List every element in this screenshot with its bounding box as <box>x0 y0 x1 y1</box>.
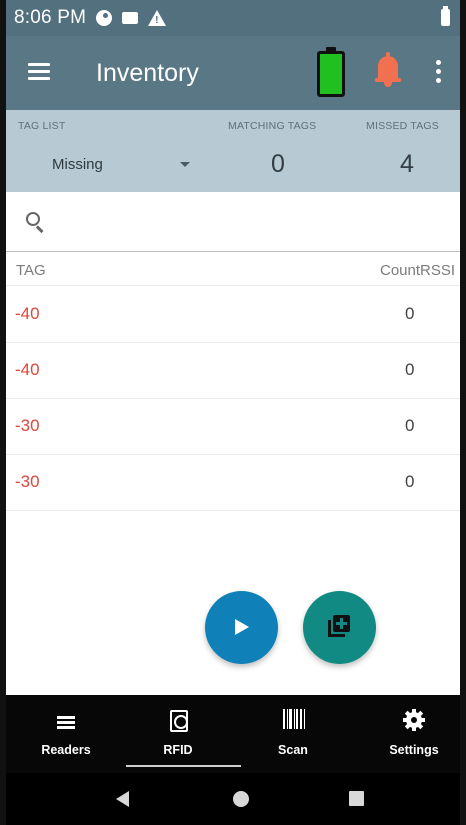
back-icon[interactable] <box>116 791 129 807</box>
nav-item-rfid[interactable]: RFID <box>128 695 228 773</box>
table-row[interactable]: -30 0 <box>6 399 460 455</box>
search-icon <box>26 212 46 233</box>
row-count: 0 <box>405 472 415 491</box>
table-row[interactable]: -40 0 <box>6 343 460 399</box>
nav-label-settings: Settings <box>389 743 439 757</box>
table-row[interactable]: -30 0 <box>6 455 460 511</box>
inventory-summary: TAG LIST MATCHING TAGS MISSED TAGS Missi… <box>6 110 460 192</box>
recents-icon[interactable] <box>349 791 364 806</box>
message-icon <box>122 12 139 24</box>
rfid-icon <box>170 710 188 732</box>
row-count: 0 <box>405 304 415 323</box>
page-title: Inventory <box>96 59 199 87</box>
missed-tags-label: MISSED TAGS <box>366 120 439 132</box>
add-to-queue-icon <box>328 615 352 639</box>
row-rssi: -40 <box>15 304 40 323</box>
warning-icon: ! <box>148 10 167 26</box>
search-input[interactable] <box>6 192 460 252</box>
nav-label-scan: Scan <box>278 743 308 757</box>
bottom-navigation: Readers RFID Scan Settings <box>6 695 460 773</box>
home-icon[interactable] <box>233 791 249 807</box>
list-icon <box>57 716 75 730</box>
status-icons: ! <box>96 10 167 26</box>
column-header-tag: TAG <box>16 262 46 279</box>
add-to-queue-button[interactable] <box>303 591 376 664</box>
app-bar: Inventory <box>6 36 460 110</box>
row-rssi: -30 <box>15 472 40 491</box>
battery-icon <box>441 6 450 26</box>
tag-list-label: TAG LIST <box>18 120 66 132</box>
start-inventory-button[interactable] <box>205 591 278 664</box>
table-row[interactable]: -40 0 <box>6 287 460 343</box>
phone-screen: 8:06 PM ! Inventory TAG LIST MATCHING TA… <box>0 0 466 825</box>
row-rssi: -30 <box>15 416 40 435</box>
reader-battery-icon[interactable] <box>317 47 345 97</box>
nav-label-rfid: RFID <box>163 743 193 757</box>
nav-label-readers: Readers <box>41 743 91 757</box>
menu-icon[interactable] <box>28 63 50 80</box>
notification-circle-icon <box>96 10 113 26</box>
table-header: TAG Count RSSI <box>6 252 460 286</box>
row-count: 0 <box>405 360 415 379</box>
system-navigation-bar <box>6 773 460 825</box>
column-header-rssi: RSSI <box>420 262 456 279</box>
row-count: 0 <box>405 416 415 435</box>
matching-tags-count: 0 <box>271 150 285 178</box>
gear-icon <box>403 709 425 731</box>
more-vert-icon[interactable] <box>436 60 442 86</box>
row-rssi: -40 <box>15 360 40 379</box>
nav-item-scan[interactable]: Scan <box>243 695 343 773</box>
barcode-icon <box>283 709 305 729</box>
status-time: 8:06 PM <box>14 7 87 28</box>
active-tab-indicator <box>126 765 241 767</box>
nav-item-readers[interactable]: Readers <box>16 695 116 773</box>
tag-list-dropdown[interactable]: Missing <box>36 148 194 178</box>
column-header-count: Count <box>380 262 421 279</box>
caret-down-icon <box>180 162 190 167</box>
bell-icon[interactable] <box>375 52 401 90</box>
matching-tags-label: MATCHING TAGS <box>228 120 317 132</box>
nav-item-settings[interactable]: Settings <box>364 695 464 773</box>
status-bar: 8:06 PM ! <box>6 0 460 36</box>
missed-tags-count: 4 <box>400 150 414 178</box>
tag-list-selected: Missing <box>52 156 103 173</box>
play-icon <box>235 619 249 635</box>
